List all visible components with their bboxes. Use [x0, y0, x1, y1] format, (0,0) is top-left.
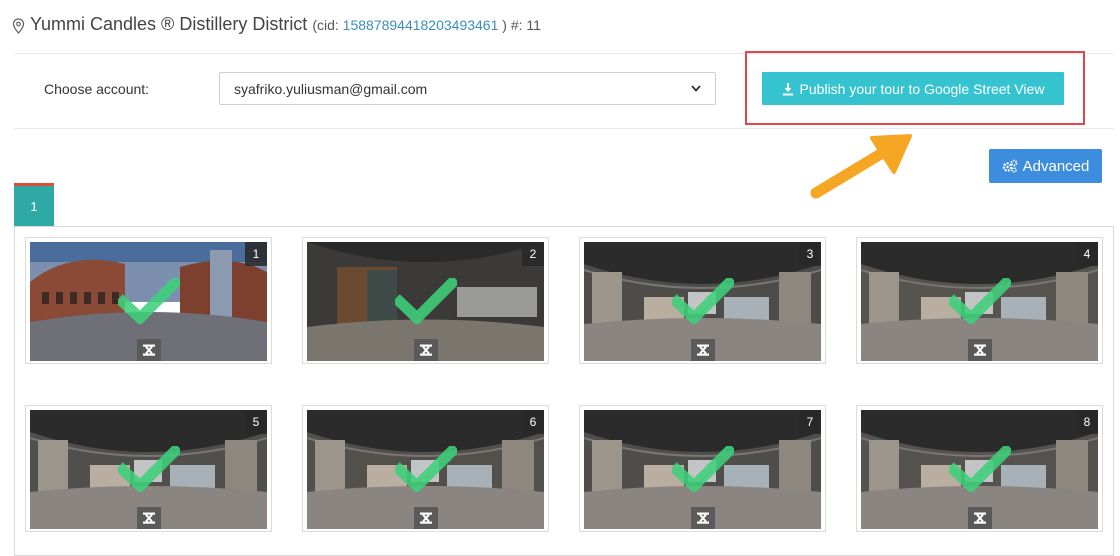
connection-icon: [420, 344, 432, 356]
connect-hotspot-button[interactable]: [691, 507, 715, 529]
cid-link[interactable]: 15887894418203493461: [343, 17, 499, 33]
panorama-image: 4: [861, 242, 1098, 361]
connection-icon: [697, 512, 709, 524]
connect-hotspot-button[interactable]: [691, 339, 715, 361]
connection-icon: [974, 512, 986, 524]
checkmark-icon: [672, 278, 734, 324]
panorama-thumbnail-5[interactable]: 5: [25, 405, 272, 532]
advanced-button-label: Advanced: [1022, 157, 1090, 175]
panorama-image: 1: [30, 242, 267, 361]
tab-label: 1: [30, 198, 38, 214]
connection-icon: [143, 344, 155, 356]
choose-account-label: Choose account:: [44, 81, 150, 97]
panorama-number: 3: [799, 242, 821, 266]
connection-icon: [697, 344, 709, 356]
cid-suffix: ) #: 11: [498, 17, 541, 33]
annotation-arrow-icon: [810, 134, 912, 199]
tab-1[interactable]: 1: [14, 183, 54, 226]
account-select-value: syafriko.yuliusman@gmail.com: [234, 80, 428, 97]
panorama-thumbnail-1[interactable]: 1: [25, 237, 272, 364]
panorama-image: 5: [30, 410, 267, 529]
publish-street-view-button[interactable]: Publish your tour to Google Street View: [762, 72, 1064, 105]
gears-icon: [1002, 159, 1018, 173]
panorama-thumbnail-2[interactable]: 2: [302, 237, 549, 364]
panorama-image: 2: [307, 242, 544, 361]
panorama-thumbnail-4[interactable]: 4: [856, 237, 1103, 364]
cid-info: (cid: 15887894418203493461 ) #: 11: [312, 17, 541, 33]
checkmark-icon: [118, 278, 180, 324]
checkmark-icon: [949, 278, 1011, 324]
connect-hotspot-button[interactable]: [968, 507, 992, 529]
divider-middle: [14, 128, 1114, 129]
checkmark-icon: [672, 446, 734, 492]
panorama-number: 4: [1076, 242, 1098, 266]
checkmark-icon: [118, 446, 180, 492]
panorama-number: 7: [799, 410, 821, 434]
panorama-number: 5: [245, 410, 267, 434]
panorama-image: 7: [584, 410, 821, 529]
panorama-thumbnail-6[interactable]: 6: [302, 405, 549, 532]
checkmark-icon: [395, 278, 457, 324]
connect-hotspot-button[interactable]: [137, 339, 161, 361]
connect-hotspot-button[interactable]: [968, 339, 992, 361]
connect-hotspot-button[interactable]: [137, 507, 161, 529]
cid-prefix: (cid:: [312, 17, 343, 33]
chevron-down-icon: [691, 85, 701, 92]
connection-icon: [974, 344, 986, 356]
advanced-button[interactable]: Advanced: [989, 149, 1102, 183]
panorama-thumbnail-8[interactable]: 8: [856, 405, 1103, 532]
connect-hotspot-button[interactable]: [414, 339, 438, 361]
download-icon: [782, 82, 793, 95]
panorama-number: 1: [245, 242, 267, 266]
panorama-thumbnail-7[interactable]: 7: [579, 405, 826, 532]
checkmark-icon: [949, 446, 1011, 492]
account-select[interactable]: syafriko.yuliusman@gmail.com: [219, 72, 716, 105]
panorama-thumbnail-3[interactable]: 3: [579, 237, 826, 364]
tour-header: Yummi Candles ® Distillery District (cid…: [12, 14, 541, 38]
panorama-image: 3: [584, 242, 821, 361]
panorama-number: 2: [522, 242, 544, 266]
panorama-number: 6: [522, 410, 544, 434]
connection-icon: [143, 512, 155, 524]
panorama-image: 8: [861, 410, 1098, 529]
publish-button-label: Publish your tour to Google Street View: [799, 80, 1045, 97]
connect-hotspot-button[interactable]: [414, 507, 438, 529]
panorama-image: 6: [307, 410, 544, 529]
map-pin-icon: [12, 18, 25, 34]
checkmark-icon: [395, 446, 457, 492]
tour-title: Yummi Candles ® Distillery District: [30, 14, 308, 34]
panorama-number: 8: [1076, 410, 1098, 434]
connection-icon: [420, 512, 432, 524]
